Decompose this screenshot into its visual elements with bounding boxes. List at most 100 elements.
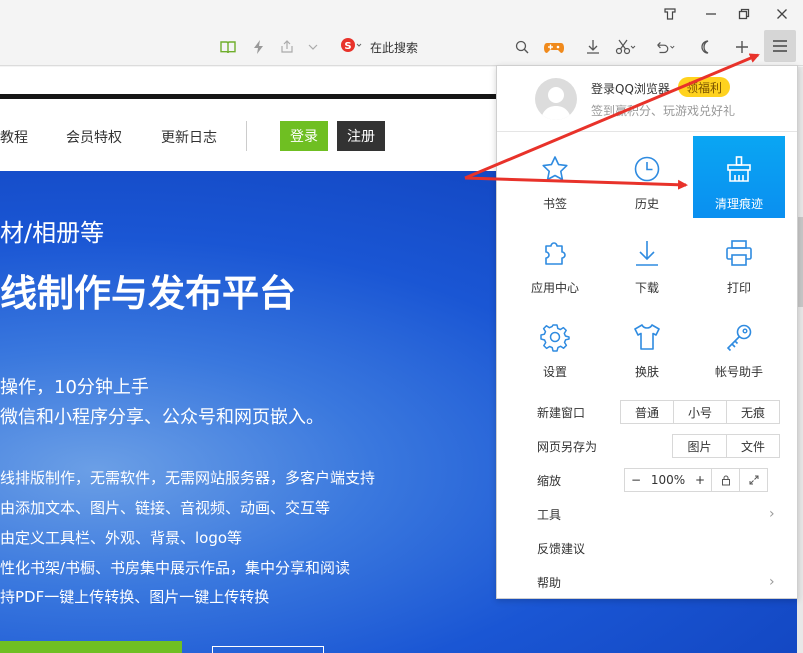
- welfare-badge[interactable]: 领福利: [678, 77, 731, 97]
- grid-item-label: 打印: [726, 281, 751, 295]
- save-as-options: 图片 文件: [672, 434, 780, 458]
- zoom-controls: − 100% +: [624, 468, 768, 492]
- menu-item-settings[interactable]: 设置: [509, 304, 601, 386]
- zoom-in-button[interactable]: +: [689, 469, 711, 491]
- nav-link-membership[interactable]: 会员特权: [66, 127, 122, 147]
- menu-account-header[interactable]: 登录QQ浏览器 领福利 签到赢积分、玩游戏兑好礼: [497, 66, 797, 132]
- login-button[interactable]: 登录: [280, 121, 328, 151]
- menu-row-help[interactable]: 帮助 ›: [497, 565, 797, 599]
- hero-feature: 持PDF一键上传转换、图片一键上传转换: [0, 588, 270, 606]
- save-as-label: 网页另存为: [537, 440, 598, 454]
- new-window-label: 新建窗口: [537, 406, 586, 420]
- hero-title-line1: 材/相册等: [0, 219, 105, 247]
- hero-subtitle-line2: 微信和小程序分享、公众号和网页嵌入。: [0, 407, 324, 428]
- browser-toolbar: S 在此搜索: [0, 28, 803, 66]
- zoom-lock-button[interactable]: [711, 469, 739, 491]
- svg-text:S: S: [344, 41, 351, 52]
- gear-icon: [537, 319, 573, 355]
- window-titlebar: [0, 0, 803, 28]
- hero-secondary-button[interactable]: [212, 646, 324, 653]
- night-mode-icon[interactable]: [695, 36, 717, 58]
- undo-icon[interactable]: [654, 36, 676, 58]
- save-as-file-button[interactable]: 文件: [726, 435, 779, 457]
- feedback-label: 反馈建议: [537, 542, 586, 556]
- reader-mode-icon[interactable]: [217, 36, 239, 58]
- clock-icon: [629, 151, 665, 187]
- puzzle-icon: [537, 235, 573, 271]
- menu-item-account-assistant[interactable]: 帐号助手: [693, 304, 785, 386]
- tshirt-icon: [629, 319, 665, 355]
- key-icon: [721, 319, 757, 355]
- grid-item-label: 设置: [542, 365, 567, 379]
- hero-subtitle-line1: 操作，10分钟上手: [0, 377, 149, 398]
- register-button[interactable]: 注册: [337, 121, 385, 151]
- new-window-small-button[interactable]: 小号: [673, 401, 726, 423]
- nav-link-changelog[interactable]: 更新日志: [161, 127, 217, 147]
- grid-item-label: 历史: [634, 197, 659, 211]
- scissors-icon[interactable]: [614, 36, 636, 58]
- grid-item-label: 书签: [542, 197, 567, 211]
- login-subtitle: 签到赢积分、玩游戏兑好礼: [591, 104, 736, 118]
- nav-link-tutorial[interactable]: 教程: [0, 127, 28, 147]
- zoom-out-button[interactable]: −: [625, 469, 647, 491]
- menu-row-tools[interactable]: 工具 ›: [497, 497, 797, 531]
- broom-icon: [721, 151, 757, 187]
- menu-item-app-center[interactable]: 应用中心: [509, 220, 601, 302]
- menu-item-download[interactable]: 下载: [601, 220, 693, 302]
- hero-cta-button[interactable]: [0, 641, 182, 653]
- download-icon: [629, 235, 665, 271]
- main-menu-button[interactable]: [764, 30, 796, 62]
- menu-item-bookmarks[interactable]: 书签: [509, 136, 601, 218]
- menu-item-print[interactable]: 打印: [693, 220, 785, 302]
- fullscreen-button[interactable]: [739, 469, 767, 491]
- menu-row-save-as: 网页另存为 图片 文件: [497, 429, 797, 463]
- new-window-normal-button[interactable]: 普通: [621, 401, 673, 423]
- help-label: 帮助: [537, 576, 562, 590]
- new-window-private-button[interactable]: 无痕: [726, 401, 779, 423]
- new-window-options: 普通 小号 无痕: [620, 400, 780, 424]
- zoom-level: 100%: [650, 473, 686, 487]
- lightning-icon[interactable]: [248, 36, 270, 58]
- login-qq-browser-link[interactable]: 登录QQ浏览器: [591, 80, 670, 97]
- sogou-search-icon[interactable]: S: [340, 36, 362, 58]
- search-input[interactable]: 在此搜索: [370, 39, 418, 56]
- menu-item-clear-traces[interactable]: 清理痕迹: [693, 136, 785, 218]
- skin-icon[interactable]: [659, 4, 681, 24]
- minimize-icon[interactable]: [700, 4, 722, 24]
- download-icon[interactable]: [582, 36, 604, 58]
- browser-main-menu: 登录QQ浏览器 领福利 签到赢积分、玩游戏兑好礼 书签 历史 清理痕迹 应用中心…: [496, 65, 798, 599]
- hero-title-line2: 线制作与发布平台: [0, 272, 296, 315]
- menu-row-feedback[interactable]: 反馈建议: [497, 531, 797, 565]
- tools-label: 工具: [537, 508, 562, 522]
- star-icon: [537, 151, 573, 187]
- menu-row-new-window: 新建窗口 普通 小号 无痕: [497, 395, 797, 429]
- chevron-down-icon[interactable]: [302, 36, 324, 58]
- grid-item-label: 帐号助手: [714, 365, 763, 379]
- save-as-image-button[interactable]: 图片: [673, 435, 726, 457]
- search-icon[interactable]: [511, 36, 533, 58]
- lock-icon: [721, 475, 730, 486]
- new-tab-icon[interactable]: [731, 36, 753, 58]
- chevron-right-icon: ›: [769, 574, 775, 590]
- printer-icon: [721, 235, 757, 271]
- grid-item-label: 应用中心: [530, 281, 579, 295]
- game-icon[interactable]: [543, 36, 565, 58]
- restore-icon[interactable]: [733, 4, 755, 24]
- menu-row-zoom: 缩放 − 100% +: [497, 463, 797, 497]
- avatar[interactable]: [535, 78, 577, 120]
- hero-feature: 线排版制作，无需软件，无需网站服务器，多客户端支持: [0, 469, 376, 487]
- hero-feature: 由添加文本、图片、链接、音视频、动画、交互等: [0, 499, 331, 517]
- zoom-label: 缩放: [537, 474, 562, 488]
- share-icon[interactable]: [276, 36, 298, 58]
- hamburger-icon: [773, 40, 787, 52]
- expand-icon: [749, 475, 758, 485]
- hero-feature: 由定义工具栏、外观、背景、logo等: [0, 529, 243, 547]
- grid-item-label: 换肤: [634, 365, 659, 379]
- search-box[interactable]: S 在此搜索: [340, 36, 534, 58]
- menu-item-skin[interactable]: 换肤: [601, 304, 693, 386]
- hero-feature: 性化书架/书橱、书房集中展示作品，集中分享和阅读: [0, 559, 351, 577]
- grid-item-label: 清理痕迹: [714, 197, 763, 211]
- menu-item-history[interactable]: 历史: [601, 136, 693, 218]
- close-icon[interactable]: [771, 4, 793, 24]
- grid-item-label: 下载: [634, 281, 659, 295]
